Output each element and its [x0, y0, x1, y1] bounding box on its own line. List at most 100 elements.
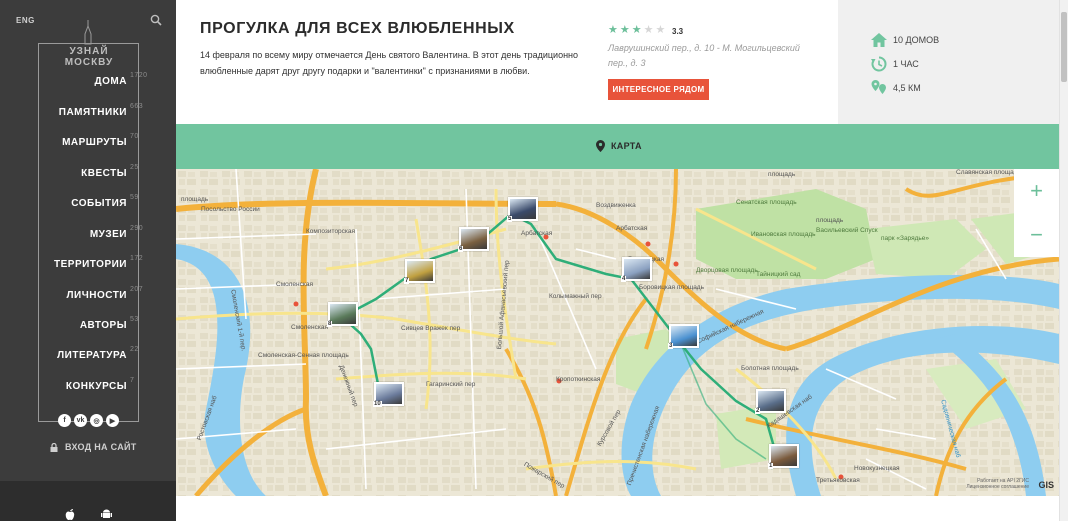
- vk-icon[interactable]: vk: [74, 414, 87, 427]
- map-label: площадь: [768, 171, 796, 178]
- menu-item-persons[interactable]: ЛИЧНОСТИ 207: [67, 286, 143, 301]
- page-title: ПРОГУЛКА ДЛЯ ВСЕХ ВЛЮБЛЕННЫХ: [200, 20, 515, 37]
- map-label: Колымажный пер: [549, 293, 602, 300]
- house-icon: [871, 33, 887, 47]
- route-pin[interactable]: 3: [668, 324, 699, 349]
- route-pin[interactable]: 4: [621, 257, 652, 282]
- map-toggle-bar[interactable]: КАРТА: [176, 124, 1059, 169]
- route-pin[interactable]: 8: [327, 302, 358, 327]
- instagram-icon[interactable]: ◎: [90, 414, 103, 427]
- route-description: 14 февраля по всему миру отмечается День…: [200, 50, 579, 76]
- star-icon[interactable]: ★: [644, 25, 654, 36]
- distance-value: 4,5 КМ: [893, 82, 921, 93]
- site-logo[interactable]: УЗНАЙ МОСКВУ: [46, 46, 132, 68]
- menu-item-count: 7: [130, 377, 135, 384]
- menu-item-count: 663: [130, 103, 144, 110]
- map-label: Кропоткинская: [556, 376, 601, 383]
- apple-icon[interactable]: [64, 508, 76, 521]
- youtube-icon[interactable]: ▶: [106, 414, 119, 427]
- map-label: Арбатская: [616, 225, 648, 232]
- scrollbar-thumb[interactable]: [1061, 12, 1067, 82]
- map-toggle-label: КАРТА: [611, 141, 642, 151]
- clock-history-icon: [871, 56, 887, 72]
- menu-item-count: 172: [130, 255, 144, 262]
- route-map[interactable]: Композиторская Смоленская Смоленская Смо…: [176, 169, 1059, 496]
- star-icon[interactable]: ★: [608, 25, 618, 36]
- menu-item-label: ТЕРРИТОРИИ: [54, 259, 127, 270]
- search-icon[interactable]: [150, 14, 162, 26]
- map-label: Сенатская площадь: [736, 199, 797, 206]
- menu-item-label: ДОМА: [94, 76, 127, 87]
- menu-item-houses[interactable]: ДОМА 1720: [94, 72, 148, 87]
- map-attribution[interactable]: Работает на API 2ГИС Лицензионное соглаш…: [966, 478, 1029, 490]
- map-label: Дворцовая площадь: [696, 267, 758, 274]
- facebook-icon[interactable]: f: [58, 414, 71, 427]
- pin-photo: [771, 446, 797, 466]
- menu-item-events[interactable]: СОБЫТИЯ 59: [71, 194, 138, 209]
- route-header: ПРОГУЛКА ДЛЯ ВСЕХ ВЛЮБЛЕННЫХ 14 февраля …: [176, 0, 838, 124]
- map-label: Васильевский Спуск: [816, 227, 878, 234]
- route-pin[interactable]: 2: [755, 389, 786, 414]
- menu-item-count: 207: [130, 286, 144, 293]
- attribution-line: Лицензионное соглашение: [966, 484, 1029, 490]
- menu-item-count: 290: [130, 225, 144, 232]
- menu-item-territories[interactable]: ТЕРРИТОРИИ 172: [54, 255, 143, 270]
- page-footer-strip: [176, 496, 1059, 521]
- menu-item-quests[interactable]: КВЕСТЫ 25: [81, 164, 138, 179]
- map-label: Воздвиженка: [596, 202, 636, 209]
- menu-item-count: 25: [130, 164, 139, 171]
- android-icon[interactable]: [100, 508, 113, 521]
- star-icon[interactable]: ★: [632, 25, 642, 36]
- sidebar: ENG УЗНАЙ МОСКВУ ДОМА 1720 ПАМЯТНИКИ 663 М…: [0, 0, 176, 521]
- route-pin[interactable]: 7: [404, 259, 435, 284]
- menu-item-monuments[interactable]: ПАМЯТНИКИ 663: [58, 103, 143, 118]
- login-label: ВХОД НА САЙТ: [65, 442, 137, 452]
- map-label: Сивцев Вражек пер: [401, 325, 461, 332]
- star-icon[interactable]: ★: [656, 25, 666, 36]
- route-pin[interactable]: 10: [373, 382, 404, 407]
- map-label: Болотная площадь: [741, 365, 799, 372]
- menu-item-label: ЛИТЕРАТУРА: [57, 350, 127, 361]
- rating-stars[interactable]: ★ ★ ★ ★ ★: [608, 25, 665, 36]
- route-pins-icon: [871, 80, 886, 94]
- map-label: Смоленская: [291, 324, 329, 331]
- map-toggle[interactable]: КАРТА: [596, 140, 642, 152]
- menu-item-count: 53: [130, 316, 139, 323]
- houses-count: 10 ДОМОВ: [893, 35, 940, 45]
- map-label: площадь: [181, 196, 209, 203]
- menu-item-contests[interactable]: КОНКУРСЫ 7: [66, 377, 134, 392]
- menu-item-literature[interactable]: ЛИТЕРАТУРА 22: [57, 346, 138, 361]
- menu-item-count: 70: [130, 133, 139, 140]
- star-icon[interactable]: ★: [620, 25, 630, 36]
- nearby-button[interactable]: ИНТЕРЕСНОЕ РЯДОМ: [608, 79, 709, 100]
- menu-item-routes[interactable]: МАРШРУТЫ 70: [62, 133, 138, 148]
- menu-item-label: МУЗЕИ: [89, 229, 127, 240]
- pin-photo: [407, 261, 433, 281]
- pin-number: 3: [668, 343, 674, 349]
- language-switch[interactable]: ENG: [16, 16, 35, 25]
- route-pin[interactable]: 6: [458, 227, 489, 252]
- zoom-in-button[interactable]: +: [1014, 169, 1059, 213]
- map-label: Тайницкий сад: [756, 271, 801, 278]
- pin-number: 7: [404, 278, 410, 284]
- menu-item-label: АВТОРЫ: [79, 320, 127, 331]
- pin-number: 8: [327, 321, 333, 327]
- menu-item-label: КВЕСТЫ: [81, 168, 127, 179]
- route-pin[interactable]: 1: [768, 444, 799, 469]
- menu-item-authors[interactable]: АВТОРЫ 53: [79, 316, 138, 331]
- lock-icon: [50, 442, 58, 452]
- page-scrollbar[interactable]: [1059, 0, 1068, 521]
- pin-number: 2: [755, 408, 761, 414]
- login-link[interactable]: ВХОД НА САЙТ: [50, 442, 137, 452]
- duration-value: 1 ЧАС: [893, 59, 919, 69]
- zoom-out-button[interactable]: −: [1014, 213, 1059, 257]
- map-label: Смоленская: [276, 281, 314, 288]
- menu-item-label: СОБЫТИЯ: [71, 198, 127, 209]
- map-canvas[interactable]: [176, 169, 1059, 496]
- menu-item-label: ПАМЯТНИКИ: [58, 107, 127, 118]
- menu-item-museums[interactable]: МУЗЕИ 290: [89, 225, 143, 240]
- stat-houses: 10 ДОМОВ: [871, 33, 939, 47]
- stat-distance: 4,5 КМ: [871, 80, 921, 95]
- route-pin[interactable]: 5: [507, 197, 538, 222]
- stat-duration: 1 ЧАС: [871, 56, 919, 72]
